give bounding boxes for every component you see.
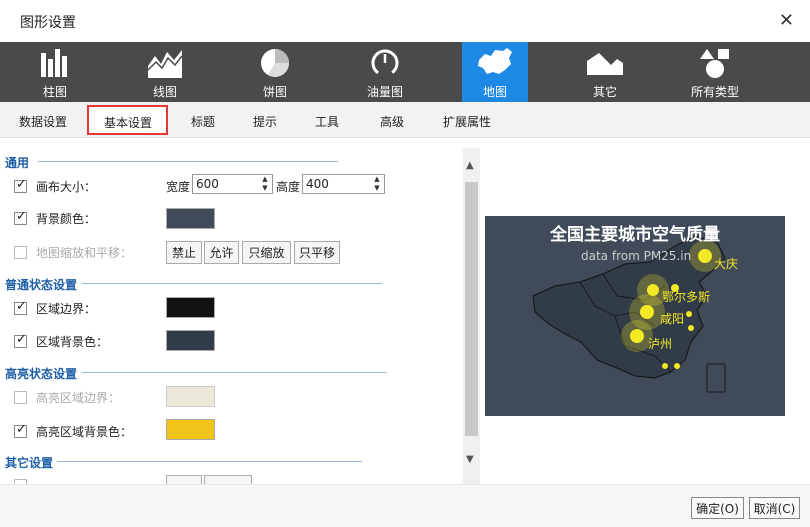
line-chart-icon (110, 46, 220, 80)
highlight-bg-checkbox[interactable] (14, 422, 27, 438)
city-label: 鄂尔多斯 (662, 290, 711, 304)
chart-type-label: 柱图 (42, 85, 67, 99)
scroll-thumb[interactable] (465, 182, 478, 436)
chart-type-line[interactable]: 线图 (110, 42, 220, 102)
bg-color-swatch[interactable] (166, 208, 215, 229)
city-label: 泸州 (648, 337, 673, 351)
region-border-row: 区域边界： (14, 299, 97, 317)
section-title-normal: 普通状态设置 (5, 278, 78, 292)
chart-type-all[interactable]: 所有类型 (660, 42, 770, 102)
section-divider (82, 283, 382, 284)
canvas-size-label: 画布大小： (36, 180, 97, 194)
tab-data-settings[interactable]: 数据设置 (19, 113, 67, 130)
zoom-pan-checkbox[interactable] (14, 246, 27, 259)
cut-off-button[interactable] (166, 475, 202, 484)
chart-type-pie[interactable]: 饼图 (220, 42, 330, 102)
width-stepper[interactable]: 600 ▲ ▼ (192, 174, 273, 194)
chart-type-gauge[interactable]: 油量图 (330, 42, 440, 102)
highlight-border-swatch[interactable] (166, 386, 215, 407)
chart-type-label: 饼图 (262, 85, 287, 99)
highlight-bg-row: 高亮区域背景色： (14, 422, 133, 440)
width-value[interactable]: 600 (193, 175, 258, 193)
tab-advanced[interactable]: 高级 (380, 113, 404, 130)
highlight-border-label: 高亮区域边界： (36, 391, 121, 405)
height-value[interactable]: 400 (303, 175, 370, 193)
chart-type-label: 地图 (482, 85, 507, 99)
chart-type-label: 油量图 (366, 85, 403, 99)
city-label: 大庆 (714, 257, 739, 271)
section-divider (57, 461, 362, 462)
settings-tabs: 数据设置 基本设置 标题 提示 工具 高级 扩展属性 (0, 102, 810, 138)
gauge-icon (330, 46, 440, 80)
highlight-border-row: 高亮区域边界： (14, 389, 120, 406)
canvas-size-checkbox[interactable] (14, 177, 27, 193)
dialog-title: 图形设置 (20, 15, 76, 31)
tab-title[interactable]: 标题 (191, 113, 215, 130)
pie-chart-icon (220, 46, 330, 80)
dialog-footer: 确定(O) 取消(C) (0, 484, 810, 527)
preview-subtitle: data from PM25.in (581, 249, 692, 263)
highlight-bg-swatch[interactable] (166, 419, 215, 440)
zoom-pan-row: 地图缩放和平移： (14, 244, 132, 261)
region-bg-swatch[interactable] (166, 330, 215, 351)
chart-type-other[interactable]: 其它 (550, 42, 660, 102)
region-border-swatch[interactable] (166, 297, 215, 318)
cancel-button[interactable]: 取消(C) (749, 497, 800, 519)
zoom-pan-label: 地图缩放和平移： (36, 246, 133, 260)
bar-chart-icon (0, 46, 110, 80)
region-bg-row: 区域背景色： (14, 332, 109, 350)
section-title-highlight: 高亮状态设置 (5, 367, 78, 381)
chart-type-label: 线图 (152, 85, 177, 99)
highlight-bg-label: 高亮区域背景色： (36, 425, 133, 439)
highlight-border-checkbox[interactable] (14, 391, 27, 404)
section-divider (38, 161, 338, 162)
chart-type-label: 其它 (592, 85, 617, 99)
pan-only-button[interactable]: 只平移 (294, 241, 340, 264)
zoom-only-button[interactable]: 只缩放 (242, 241, 291, 264)
zoom-disable-button[interactable]: 禁止 (166, 241, 202, 264)
chart-type-toolbar: 柱图 线图 饼图 油量图 地图 其它 所有类型 (0, 42, 810, 102)
region-bg-label: 区域背景色： (36, 335, 109, 349)
region-border-label: 区域边界： (36, 302, 97, 316)
tab-extended-properties[interactable]: 扩展属性 (443, 113, 491, 130)
section-divider (82, 372, 387, 373)
tab-tooltip[interactable]: 提示 (253, 113, 277, 130)
scroll-down-icon[interactable]: ▼ (466, 454, 474, 465)
bg-color-label: 背景颜色： (36, 212, 97, 226)
stepper-arrows-icon[interactable]: ▲ ▼ (258, 175, 272, 193)
height-label: 高度 (276, 180, 301, 194)
bg-color-row: 背景颜色： (14, 209, 97, 227)
map-preview: 全国主要城市空气质量 data from PM25.in 大庆 鄂尔多斯 咸阳 … (485, 216, 785, 416)
shapes-icon (660, 46, 770, 80)
canvas-size-row: 画布大小： (14, 177, 97, 195)
tab-basic-settings[interactable]: 基本设置 (87, 105, 169, 135)
chart-type-map[interactable]: 地图 (462, 42, 528, 102)
china-map-icon (532, 235, 726, 393)
close-icon[interactable]: ✕ (779, 10, 794, 31)
scroll-up-icon[interactable]: ▲ (466, 160, 474, 171)
stepper-arrows-icon[interactable]: ▲ ▼ (370, 175, 384, 193)
region-border-checkbox[interactable] (14, 299, 27, 315)
cut-off-button[interactable] (204, 475, 252, 484)
chart-type-label: 所有类型 (690, 85, 739, 99)
settings-scrollbar[interactable]: ▲ ▼ (463, 148, 480, 484)
section-title-other: 其它设置 (5, 456, 54, 470)
dialog-titlebar: 图形设置 ✕ (0, 0, 810, 42)
ok-button[interactable]: 确定(O) (691, 497, 744, 519)
settings-panel: 通用 画布大小： 宽度 600 ▲▼ 高度 400 ▲▼ 背景颜色： 地图缩放和… (0, 138, 462, 484)
city-label: 咸阳 (660, 312, 685, 326)
map-icon (462, 46, 528, 80)
height-stepper[interactable]: 400 ▲ ▼ (302, 174, 385, 194)
width-label: 宽度 (166, 180, 191, 194)
section-title-general: 通用 (5, 156, 30, 170)
region-bg-checkbox[interactable] (14, 332, 27, 348)
zoom-allow-button[interactable]: 允许 (204, 241, 239, 264)
area-icon (550, 46, 660, 80)
chart-type-bar[interactable]: 柱图 (0, 42, 110, 102)
preview-title: 全国主要城市空气质量 (550, 225, 720, 245)
tab-tools[interactable]: 工具 (315, 113, 339, 130)
bg-color-checkbox[interactable] (14, 209, 27, 225)
